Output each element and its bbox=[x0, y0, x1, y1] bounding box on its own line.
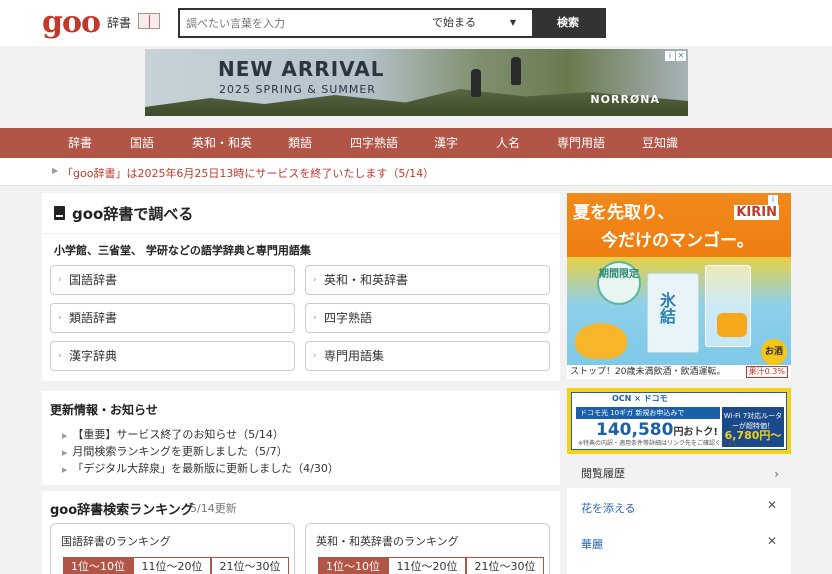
dict-button-kokugo[interactable]: › 国語辞書 bbox=[50, 265, 295, 295]
ranking-title: goo辞書検索ランキング bbox=[50, 503, 194, 518]
hiker-figure bbox=[471, 69, 481, 97]
main-nav: 辞書 国語 英和・和英 類語 四字熟語 漢字 人名 専門用語 豆知識 bbox=[0, 128, 832, 158]
nav-item-kanji[interactable]: 漢字 bbox=[434, 128, 458, 158]
chevron-right-icon: › bbox=[58, 351, 62, 361]
ocn-ad-inner: OCN × ドコモ ドコモ光 10ギガ 新規お申込みで 140,580円おトク!… bbox=[571, 392, 787, 450]
nav-item-idioms[interactable]: 四字熟語 bbox=[350, 128, 398, 158]
juice-percent: 果汁0.3% bbox=[745, 366, 788, 378]
history-item[interactable]: 花を添える bbox=[581, 500, 636, 516]
can-graphic: 氷結 bbox=[647, 273, 699, 353]
logo-subtitle: 辞書 bbox=[107, 16, 132, 30]
news-item[interactable]: ▶ 月間検索ランキングを更新しました（5/7） bbox=[62, 443, 288, 459]
ranking-updated: 5/14更新 bbox=[190, 502, 237, 515]
rank-tab-1-10[interactable]: 1位〜10位 bbox=[63, 557, 133, 574]
history-panel: 閲覧履歴 › 花を添える ✕ 華麗 ✕ bbox=[567, 460, 791, 574]
close-icon[interactable]: ✕ bbox=[767, 498, 777, 512]
history-title: 閲覧履歴 bbox=[581, 467, 625, 480]
rank-tab-11-20[interactable]: 11位〜20位 bbox=[133, 557, 211, 574]
nav-item-thesaurus[interactable]: 類語 bbox=[288, 128, 312, 158]
can-label: 氷結 bbox=[657, 292, 676, 324]
news-item[interactable]: ▶ 【重要】サービス終了のお知らせ（5/14） bbox=[62, 426, 284, 442]
goo-logo[interactable]: goo bbox=[42, 6, 101, 40]
ocn-ad-blue-band: ドコモ光 10ギガ 新規お申込みで bbox=[576, 407, 720, 419]
chevron-right-icon: › bbox=[313, 313, 317, 323]
kirin-ad[interactable]: 夏を先取り、 今だけのマンゴー。 KIRIN 期間限定 氷結 お酒 i ストップ… bbox=[567, 193, 791, 379]
ranking-card-title: 国語辞書のランキング bbox=[61, 535, 171, 548]
ranking-panel: goo辞書検索ランキング 5/14更新 国語辞書のランキング 1位〜10位 11… bbox=[42, 491, 560, 574]
banner-subline: 2025 SPRING & SUMMER bbox=[219, 83, 376, 96]
search-mode-label: で始まる bbox=[432, 16, 476, 29]
ocn-ad-note: ※特典の内訳・適用条件等詳細はリンク先をご確認ください bbox=[578, 440, 740, 447]
news-title: 更新情報・お知らせ bbox=[50, 403, 158, 417]
chevron-down-icon: ▼ bbox=[509, 18, 516, 27]
chevron-right-icon: › bbox=[774, 467, 779, 481]
nav-item-trivia[interactable]: 豆知識 bbox=[642, 128, 678, 158]
nav-item-japanese[interactable]: 国語 bbox=[130, 128, 154, 158]
limited-badge: 期間限定 bbox=[597, 261, 641, 305]
ad-footer: ストップ！20歳未満飲酒・飲酒運転。 果汁0.3% bbox=[567, 365, 791, 379]
dict-button-senmon[interactable]: › 専門用語集 bbox=[305, 341, 550, 371]
search-mode-select[interactable]: で始まる ▼ bbox=[428, 10, 532, 36]
chevron-right-icon: › bbox=[58, 275, 62, 285]
close-icon[interactable]: ✕ bbox=[767, 534, 777, 548]
dict-button-eiwa[interactable]: › 英和・和英辞書 bbox=[305, 265, 550, 295]
rank-tab-11-20[interactable]: 11位〜20位 bbox=[388, 557, 466, 574]
nav-item-terms[interactable]: 専門用語 bbox=[557, 128, 605, 158]
dict-button-ruigo[interactable]: › 類語辞書 bbox=[50, 303, 295, 333]
arrow-right-icon: ▶ bbox=[62, 449, 68, 457]
banner-ad[interactable]: NEW ARRIVAL 2025 SPRING & SUMMER NORRØNA… bbox=[145, 49, 688, 116]
osake-badge: お酒 bbox=[761, 339, 787, 365]
search-input[interactable] bbox=[180, 10, 420, 36]
history-item[interactable]: 華麗 bbox=[581, 536, 603, 552]
ad-headline-2: 今だけのマンゴー。 bbox=[601, 231, 754, 251]
ranking-card-eiwa: 英和・和英辞書のランキング 1位〜10位 11位〜20位 21位〜30位 bbox=[305, 523, 550, 574]
book-icon bbox=[138, 13, 160, 29]
rank-tab-21-30[interactable]: 21位〜30位 bbox=[466, 557, 544, 574]
notice-link[interactable]: 「goo辞書」は2025年6月25日13時にサービスを終了いたします（5/14） bbox=[62, 165, 434, 181]
dict-button-yoji[interactable]: › 四字熟語 bbox=[305, 303, 550, 333]
kirin-logo: KIRIN bbox=[734, 205, 779, 220]
ocn-ad[interactable]: OCN × ドコモ ドコモ光 10ギガ 新規お申込みで 140,580円おトク!… bbox=[567, 388, 791, 454]
ad-headline-1: 夏を先取り、 bbox=[573, 203, 675, 223]
rank-tab-21-30[interactable]: 21位〜30位 bbox=[211, 557, 289, 574]
history-header[interactable]: 閲覧履歴 › bbox=[567, 460, 791, 488]
chevron-right-icon: › bbox=[58, 313, 62, 323]
nav-item-dictionary[interactable]: 辞書 bbox=[68, 128, 92, 158]
panel-title: goo辞書で調べる bbox=[72, 205, 194, 223]
hiker-figure bbox=[511, 57, 521, 85]
rank-tab-1-10[interactable]: 1位〜10位 bbox=[318, 557, 388, 574]
ad-info-icon[interactable]: i bbox=[768, 195, 778, 205]
mango-graphic bbox=[575, 323, 627, 359]
ranking-card-title: 英和・和英辞書のランキング bbox=[316, 535, 459, 548]
ad-info-icon[interactable]: i bbox=[665, 51, 675, 61]
dict-button-kanji[interactable]: › 漢字辞典 bbox=[50, 341, 295, 371]
nav-item-english[interactable]: 英和・和英 bbox=[192, 128, 252, 158]
banner-headline: NEW ARRIVAL bbox=[218, 57, 385, 81]
ad-warning: ストップ！20歳未満飲酒・飲酒運転。 bbox=[570, 367, 726, 377]
news-item[interactable]: ▶ 「デジタル大辞泉」を最新版に更新しました（4/30） bbox=[62, 460, 339, 476]
banner-brand: NORRØNA bbox=[590, 93, 660, 106]
notice-bar: ▶ 「goo辞書」は2025年6月25日13時にサービスを終了いたします（5/1… bbox=[0, 158, 832, 186]
chevron-right-icon: › bbox=[313, 275, 317, 285]
site-header: goo 辞書 で始まる ▼ 検索 bbox=[0, 0, 832, 46]
arrow-right-icon: ▶ bbox=[62, 432, 68, 440]
arrow-right-icon: ▶ bbox=[62, 466, 68, 474]
panel-subtitle: 小学館、三省堂、 学研などの語学辞典と専門用語集 bbox=[54, 244, 311, 257]
news-panel: 更新情報・お知らせ ▶ 【重要】サービス終了のお知らせ（5/14） ▶ 月間検索ラン… bbox=[42, 391, 560, 485]
ocn-ad-top: OCN × ドコモ bbox=[612, 394, 668, 403]
dictionary-search-panel: goo辞書で調べる 小学館、三省堂、 学研などの語学辞典と専門用語集 › 国語辞書… bbox=[42, 193, 560, 381]
search-button[interactable]: 検索 bbox=[532, 10, 604, 36]
search-box: で始まる ▼ 検索 bbox=[178, 8, 606, 38]
mango-graphic bbox=[717, 313, 747, 337]
ocn-ad-price: 140,580円おトク! bbox=[596, 420, 718, 440]
nav-item-names[interactable]: 人名 bbox=[496, 128, 520, 158]
arrow-right-icon: ▶ bbox=[52, 166, 59, 175]
ad-close-icon[interactable]: ✕ bbox=[676, 51, 686, 61]
divider bbox=[42, 233, 560, 234]
chevron-right-icon: › bbox=[313, 351, 317, 361]
ranking-card-kokugo: 国語辞書のランキング 1位〜10位 11位〜20位 21位〜30位 bbox=[50, 523, 295, 574]
